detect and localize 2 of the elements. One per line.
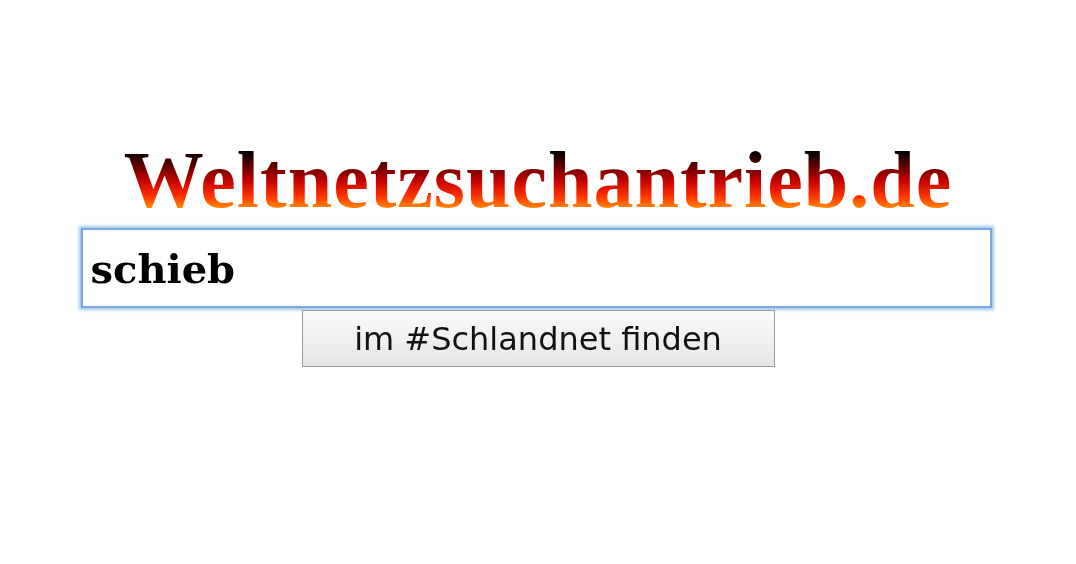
search-field[interactable]: schieb xyxy=(80,228,992,308)
search-button[interactable]: im #Schlandnet finden xyxy=(301,310,775,367)
